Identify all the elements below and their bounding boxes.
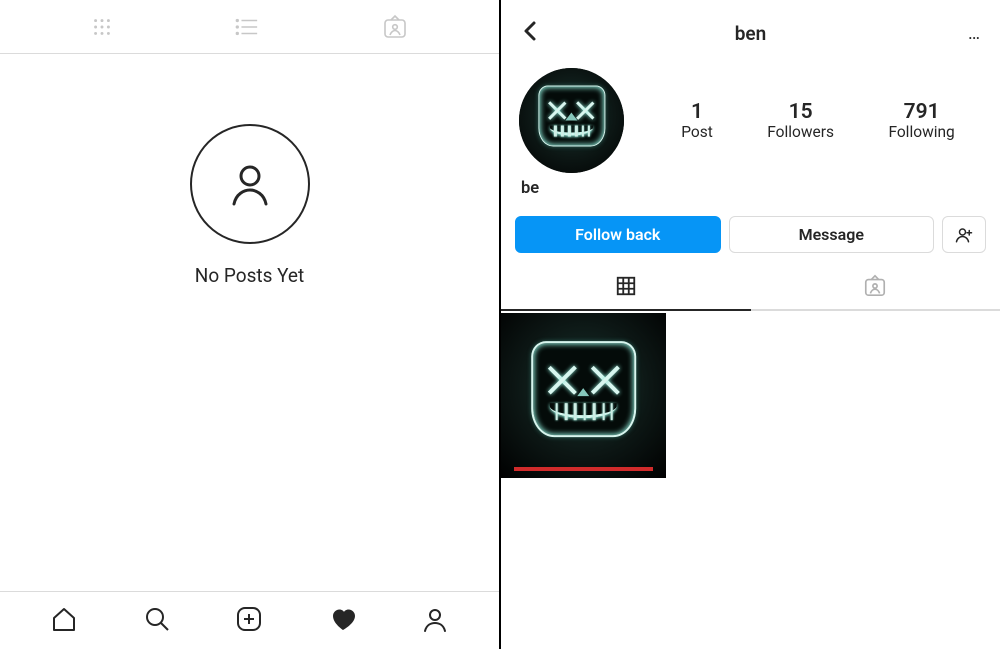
empty-profile-ring: [190, 124, 310, 244]
profile-username: ben: [735, 22, 767, 45]
empty-state-area: No Posts Yet: [0, 54, 499, 591]
stat-followers-label: Followers: [767, 123, 834, 141]
home-icon[interactable]: [50, 605, 78, 637]
post-thumbnail[interactable]: [501, 313, 666, 478]
profile-stats: 1 Post 15 Followers 791 Following: [654, 100, 982, 141]
stat-following-count: 791: [888, 100, 954, 124]
stat-posts-label: Post: [681, 123, 713, 141]
stat-following[interactable]: 791 Following: [888, 100, 954, 141]
back-chevron-icon[interactable]: [519, 19, 559, 47]
bottom-nav: [0, 591, 499, 649]
profile-avatar[interactable]: [519, 68, 624, 173]
tagged-icon[interactable]: [382, 14, 408, 40]
stat-followers[interactable]: 15 Followers: [767, 100, 834, 141]
profile-header: ben …: [501, 6, 1000, 60]
person-icon: [224, 158, 276, 210]
posts-grid: [501, 311, 1000, 478]
stat-following-label: Following: [888, 123, 954, 141]
suggested-people-icon: [955, 226, 973, 244]
stat-followers-count: 15: [767, 100, 834, 124]
search-icon[interactable]: [143, 605, 171, 637]
left-pane-empty-profile: No Posts Yet: [0, 0, 499, 649]
stat-posts[interactable]: 1 Post: [681, 100, 713, 141]
no-posts-label: No Posts Yet: [195, 264, 304, 287]
message-button[interactable]: Message: [729, 216, 935, 253]
right-pane-profile: ben … 1 Post: [501, 0, 1000, 649]
follow-back-button[interactable]: Follow back: [515, 216, 721, 253]
profile-view-tabs: [0, 0, 499, 54]
activity-heart-icon[interactable]: [328, 605, 356, 637]
new-post-icon[interactable]: [235, 605, 263, 637]
profile-content-tabs: [501, 263, 1000, 309]
stat-posts-count: 1: [681, 100, 713, 124]
suggested-people-button[interactable]: [942, 216, 986, 253]
more-options-icon[interactable]: …: [968, 23, 982, 44]
grid-tab[interactable]: [501, 263, 751, 309]
profile-display-name: be: [501, 179, 1000, 208]
profile-icon[interactable]: [421, 605, 449, 637]
list-icon[interactable]: [235, 17, 259, 37]
profile-info-row: 1 Post 15 Followers 791 Following: [501, 60, 1000, 179]
tagged-tab[interactable]: [751, 263, 1000, 309]
grid-dots-icon[interactable]: [91, 16, 113, 38]
profile-action-row: Follow back Message: [501, 208, 1000, 263]
